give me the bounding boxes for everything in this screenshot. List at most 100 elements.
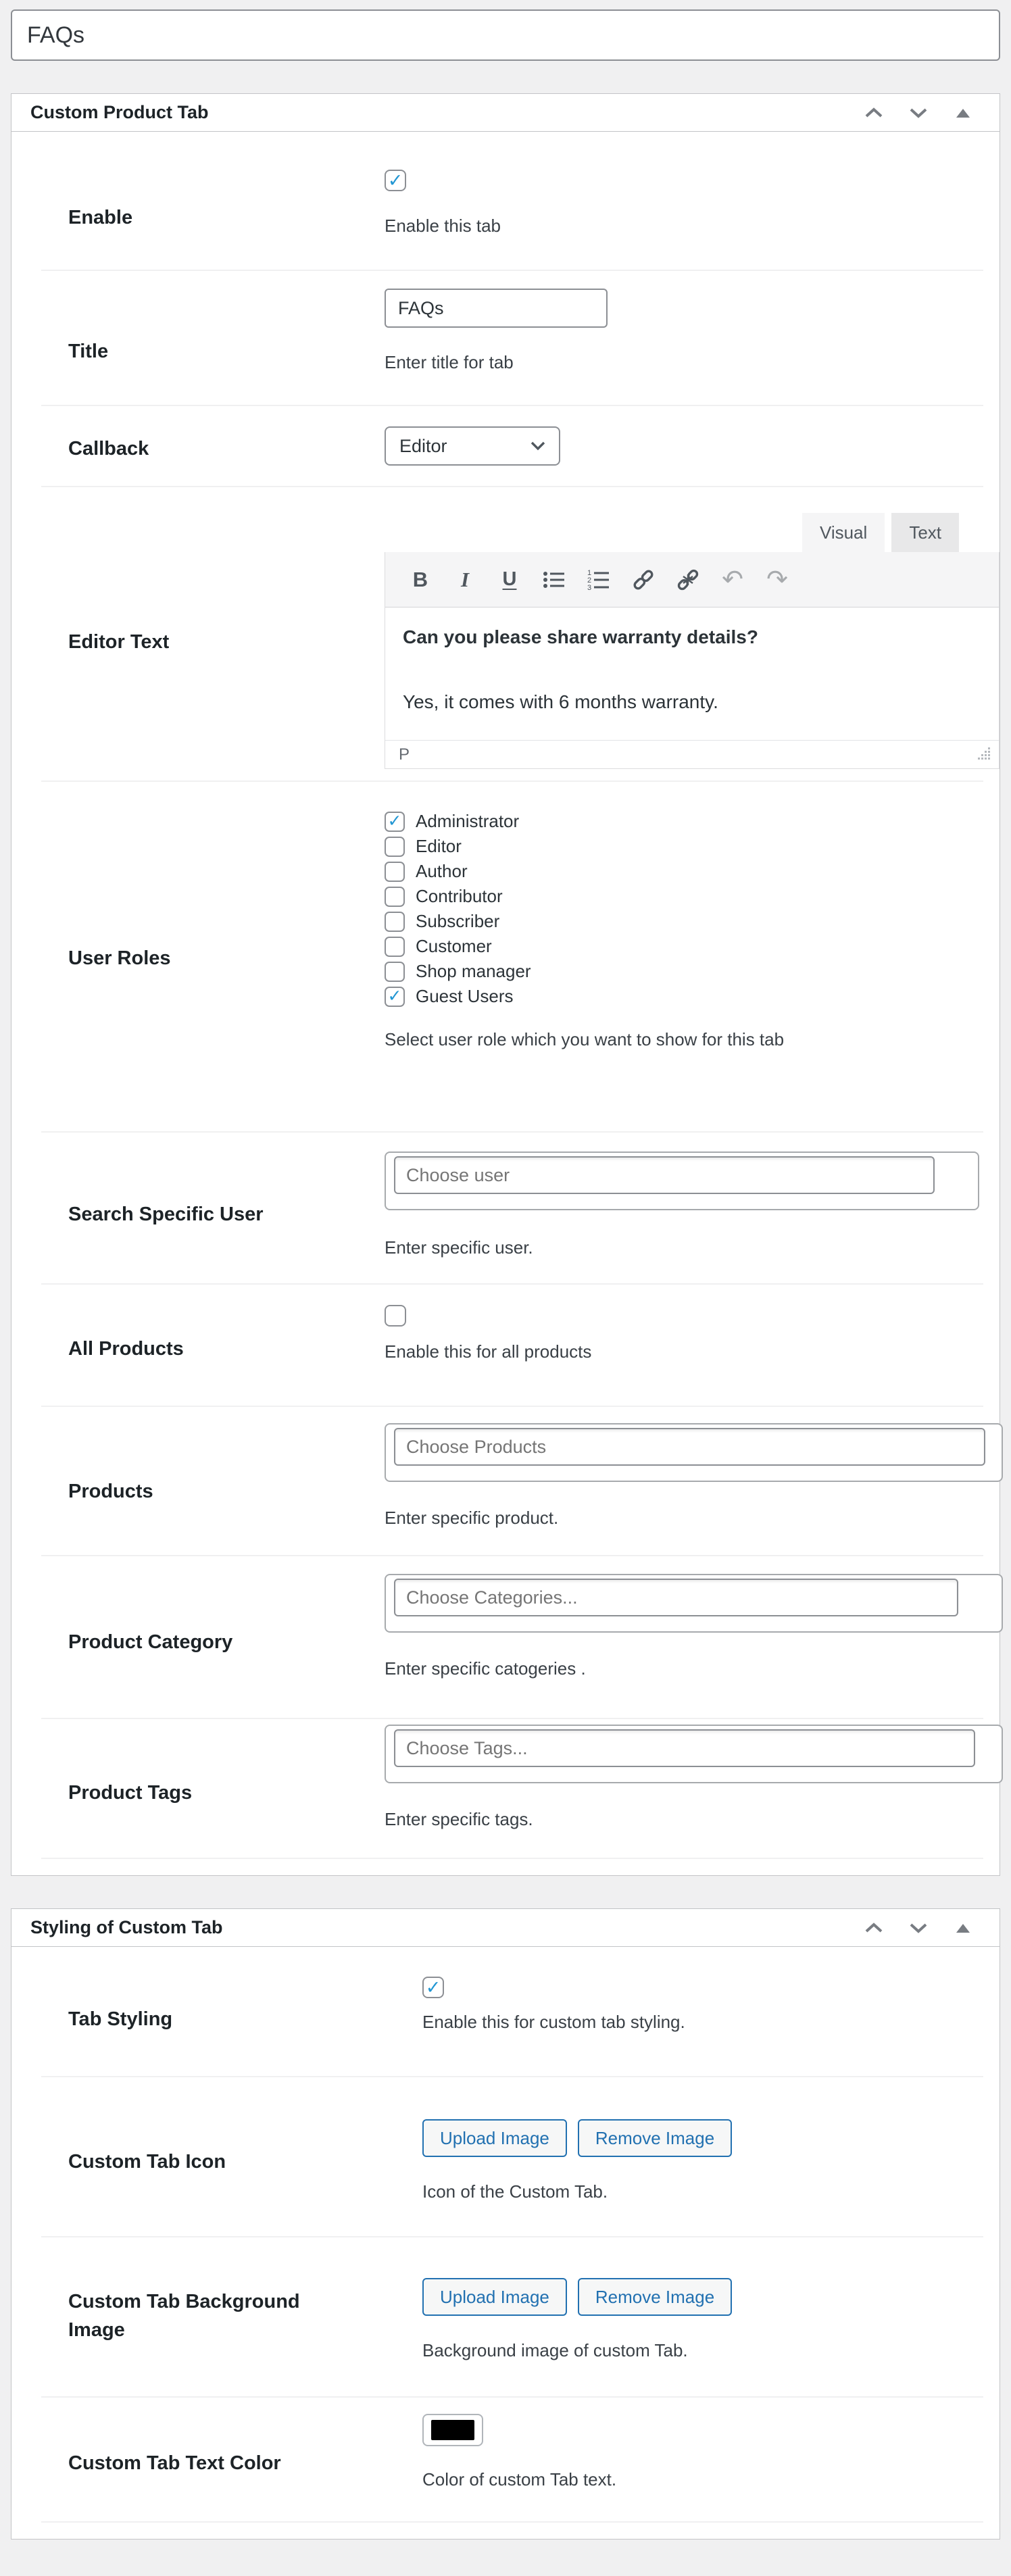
choose-products-input[interactable] [394, 1428, 985, 1466]
role-checkbox-contributor[interactable] [385, 887, 405, 907]
text-color-picker-button[interactable] [422, 2414, 483, 2446]
role-item: Author [385, 859, 972, 884]
checkmark-icon: ✓ [388, 988, 402, 1005]
bold-icon[interactable]: B [403, 561, 438, 599]
move-down-icon[interactable] [906, 101, 931, 125]
remove-image-button[interactable]: Remove Image [578, 2278, 732, 2316]
tab-styling-checkbox[interactable]: ✓ [422, 1977, 444, 1998]
link-icon[interactable] [626, 561, 661, 599]
enable-checkbox[interactable]: ✓ [385, 170, 406, 191]
tab-styling-label: Tab Styling [68, 1977, 325, 2076]
enable-label: Enable [68, 170, 325, 270]
custom-tab-background-image-description: Background image of custom Tab. [422, 2340, 972, 2361]
user-roles-row: User Roles ✓Administrator Editor Author … [11, 782, 1000, 1131]
callback-row: Callback Editor [11, 406, 1000, 486]
product-tags-label: Product Tags [68, 1725, 325, 1858]
all-products-label: All Products [68, 1305, 325, 1406]
user-roles-description: Select user role which you want to show … [385, 1029, 789, 1050]
undo-icon[interactable]: ↶ [715, 561, 750, 599]
role-label: Author [416, 861, 468, 882]
enable-description: Enable this tab [385, 216, 972, 237]
checkmark-icon: ✓ [388, 172, 403, 190]
role-checkbox-editor[interactable] [385, 837, 405, 857]
tab-styling-description: Enable this for custom tab styling. [422, 2012, 972, 2033]
styling-of-custom-tab-panel: Styling of Custom Tab Tab Styling ✓ Enab… [11, 1908, 1000, 2540]
custom-tab-text-color-label: Custom Tab Text Color [68, 2414, 325, 2521]
product-category-row: Product Category Enter specific catogeri… [11, 1556, 1000, 1718]
choose-categories-input[interactable] [394, 1579, 958, 1616]
role-item: Editor [385, 834, 972, 859]
wysiwyg-editor: Visual Text B I U [385, 513, 1000, 769]
product-category-label: Product Category [68, 1574, 325, 1718]
role-checkbox-customer[interactable] [385, 937, 405, 957]
checkmark-icon: ✓ [388, 813, 402, 830]
all-products-row: All Products Enable this for all product… [11, 1285, 1000, 1406]
role-label: Guest Users [416, 986, 514, 1007]
user-roles-label: User Roles [68, 809, 325, 1131]
custom-tab-background-image-row: Custom Tab Background Image Upload Image… [11, 2237, 1000, 2396]
tab-title-input[interactable] [385, 289, 608, 328]
panel-title: Custom Product Tab [30, 102, 209, 123]
tab-styling-row: Tab Styling ✓ Enable this for custom tab… [11, 1947, 1000, 2076]
custom-tab-background-image-label: Custom Tab Background Image [68, 2278, 325, 2396]
upload-image-button[interactable]: Upload Image [422, 2119, 567, 2157]
editor-text-label: Editor Text [68, 513, 325, 781]
unlink-icon[interactable] [670, 561, 706, 599]
italic-icon[interactable]: I [447, 561, 483, 599]
custom-tab-icon-label: Custom Tab Icon [68, 2119, 325, 2236]
bulleted-list-icon[interactable] [537, 561, 572, 599]
move-up-icon[interactable] [862, 101, 886, 125]
numbered-list-icon[interactable]: 1 2 3 [581, 561, 616, 599]
upload-image-button[interactable]: Upload Image [422, 2278, 567, 2316]
move-up-icon[interactable] [862, 1916, 886, 1940]
choose-tags-input[interactable] [394, 1729, 975, 1767]
role-item: Subscriber [385, 909, 972, 934]
move-down-icon[interactable] [906, 1916, 931, 1940]
callback-select[interactable]: Editor [385, 426, 560, 466]
panel-title: Styling of Custom Tab [30, 1917, 223, 1938]
panel-header: Custom Product Tab [11, 94, 1000, 132]
underline-icon[interactable]: U [492, 561, 527, 599]
enable-row: Enable ✓ Enable this tab [11, 132, 1000, 270]
toggle-panel-icon[interactable] [951, 1916, 975, 1940]
all-products-checkbox[interactable] [385, 1305, 406, 1327]
color-swatch [431, 2420, 474, 2440]
choose-user-multiselect[interactable] [385, 1151, 979, 1210]
remove-image-button[interactable]: Remove Image [578, 2119, 732, 2157]
products-row: Products Enter specific product. [11, 1407, 1000, 1555]
products-description: Enter specific product. [385, 1508, 972, 1529]
callback-selected-value: Editor [399, 436, 447, 457]
product-tags-row: Product Tags Enter specific tags. [11, 1719, 1000, 1858]
checkmark-icon: ✓ [426, 1979, 441, 1997]
choose-tags-multiselect[interactable] [385, 1725, 1003, 1783]
role-checkbox-guest-users[interactable]: ✓ [385, 987, 405, 1007]
role-label: Administrator [416, 811, 519, 832]
search-specific-user-label: Search Specific User [68, 1151, 325, 1283]
custom-product-tab-panel: Custom Product Tab Enable ✓ Enable this … [11, 93, 1000, 1876]
choose-user-input[interactable] [394, 1156, 935, 1194]
role-item: Shop manager [385, 959, 972, 984]
role-label: Customer [416, 936, 492, 957]
role-checkbox-author[interactable] [385, 862, 405, 882]
search-user-description: Enter specific user. [385, 1237, 972, 1258]
choose-products-multiselect[interactable] [385, 1423, 1003, 1482]
role-item: ✓ Administrator [385, 809, 972, 834]
resize-grip-icon[interactable] [977, 745, 991, 764]
editor-text-tab[interactable]: Text [891, 513, 959, 552]
title-label: Title [68, 289, 325, 405]
editor-content[interactable]: Can you please share warranty details? Y… [385, 608, 999, 740]
editor-visual-tab[interactable]: Visual [802, 513, 885, 552]
role-item: Customer [385, 934, 972, 959]
choose-categories-multiselect[interactable] [385, 1574, 1003, 1633]
panel-bottom-spacer [11, 2523, 1000, 2539]
role-checkbox-shop-manager[interactable] [385, 962, 405, 982]
toggle-panel-icon[interactable] [951, 101, 975, 125]
role-label: Shop manager [416, 961, 531, 982]
custom-tab-text-color-description: Color of custom Tab text. [422, 2469, 972, 2490]
post-title-input[interactable] [11, 9, 1000, 61]
role-checkbox-subscriber[interactable] [385, 912, 405, 932]
editor-path-status: P [399, 745, 410, 764]
role-checkbox-administrator[interactable]: ✓ [385, 812, 405, 832]
redo-icon[interactable]: ↷ [760, 561, 795, 599]
custom-tab-icon-description: Icon of the Custom Tab. [422, 2181, 972, 2202]
